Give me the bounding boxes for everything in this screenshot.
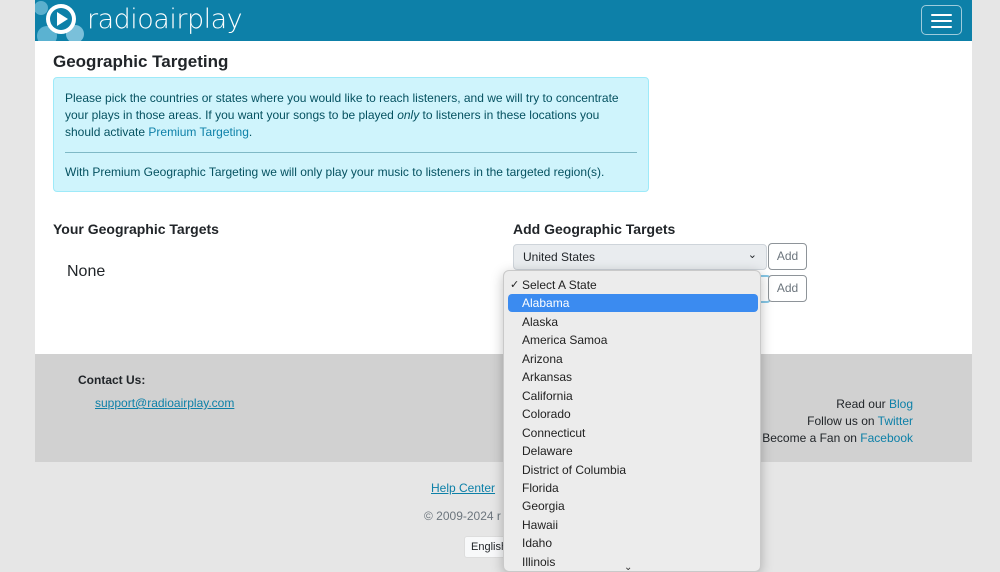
chevron-down-icon[interactable]: ⌄ bbox=[624, 562, 632, 571]
add-state-button[interactable]: Add bbox=[768, 275, 807, 302]
hamburger-icon-bar bbox=[931, 20, 952, 22]
state-option[interactable]: Hawaii bbox=[508, 516, 758, 534]
help-center-link[interactable]: Help Center bbox=[431, 481, 495, 495]
state-option[interactable]: Georgia bbox=[508, 497, 758, 515]
contact-label: Contact Us: bbox=[78, 373, 146, 387]
country-select-value: United States bbox=[523, 250, 596, 264]
twitter-line: Follow us on Twitter bbox=[762, 413, 913, 430]
add-targets-heading: Add Geographic Targets bbox=[513, 221, 676, 237]
twitter-link[interactable]: Twitter bbox=[878, 414, 913, 428]
state-option[interactable]: Alabama bbox=[508, 294, 758, 313]
contact-email-link[interactable]: support@radioairplay.com bbox=[95, 396, 234, 410]
logo-text: radioairplay bbox=[87, 4, 243, 35]
state-option[interactable]: Delaware bbox=[508, 442, 758, 460]
logo[interactable]: radioairplay bbox=[34, 0, 255, 46]
premium-note: With Premium Geographic Targeting we wil… bbox=[65, 165, 605, 179]
language-select[interactable]: English bbox=[464, 536, 508, 558]
your-targets-value: None bbox=[67, 263, 106, 280]
social-links: Read our Blog Follow us on Twitter Becom… bbox=[762, 396, 913, 447]
copyright: © 2009-2024 r bbox=[424, 509, 501, 523]
state-option[interactable]: Alaska bbox=[508, 313, 758, 331]
hamburger-icon-bar bbox=[931, 26, 952, 28]
state-option[interactable]: Connecticut bbox=[508, 424, 758, 442]
page-title: Geographic Targeting bbox=[53, 52, 229, 71]
state-option[interactable]: Arizona bbox=[508, 350, 758, 368]
facebook-text: Become a Fan on bbox=[762, 431, 861, 445]
blog-text: Read our bbox=[836, 397, 889, 411]
state-option[interactable]: Arkansas bbox=[508, 368, 758, 386]
state-option[interactable]: District of Columbia bbox=[508, 461, 758, 479]
facebook-link[interactable]: Facebook bbox=[860, 431, 913, 445]
state-option[interactable]: Select A State bbox=[508, 276, 758, 294]
info-alert: Please pick the countries or states wher… bbox=[53, 77, 649, 192]
menu-toggle-button[interactable] bbox=[921, 5, 962, 35]
divider bbox=[65, 152, 637, 153]
twitter-text: Follow us on bbox=[807, 414, 878, 428]
blog-line: Read our Blog bbox=[762, 396, 913, 413]
info-text: . bbox=[248, 125, 253, 139]
play-logo-icon bbox=[34, 1, 84, 46]
state-option[interactable]: Idaho bbox=[508, 534, 758, 552]
premium-targeting-link[interactable]: Premium Targeting bbox=[148, 125, 249, 139]
state-option[interactable]: California bbox=[508, 387, 758, 405]
state-option[interactable]: Colorado bbox=[508, 405, 758, 423]
hamburger-icon bbox=[931, 14, 952, 16]
top-navbar: radioairplay bbox=[34, 0, 972, 46]
blog-link[interactable]: Blog bbox=[889, 397, 913, 411]
facebook-line: Become a Fan on Facebook bbox=[762, 430, 913, 447]
your-targets-heading: Your Geographic Targets bbox=[53, 221, 219, 237]
state-option[interactable]: America Samoa bbox=[508, 331, 758, 349]
state-option[interactable]: Illinois bbox=[508, 553, 758, 571]
info-emphasis: only bbox=[397, 108, 420, 122]
chevron-down-icon: ⌄ bbox=[747, 249, 757, 261]
info-paragraph: Please pick the countries or states wher… bbox=[65, 90, 637, 141]
add-country-button[interactable]: Add bbox=[768, 243, 807, 270]
state-dropdown-list[interactable]: Select A StateAlabamaAlaskaAmerica Samoa… bbox=[503, 270, 761, 572]
state-option[interactable]: Florida bbox=[508, 479, 758, 497]
country-select[interactable]: United States ⌄ bbox=[513, 244, 767, 270]
